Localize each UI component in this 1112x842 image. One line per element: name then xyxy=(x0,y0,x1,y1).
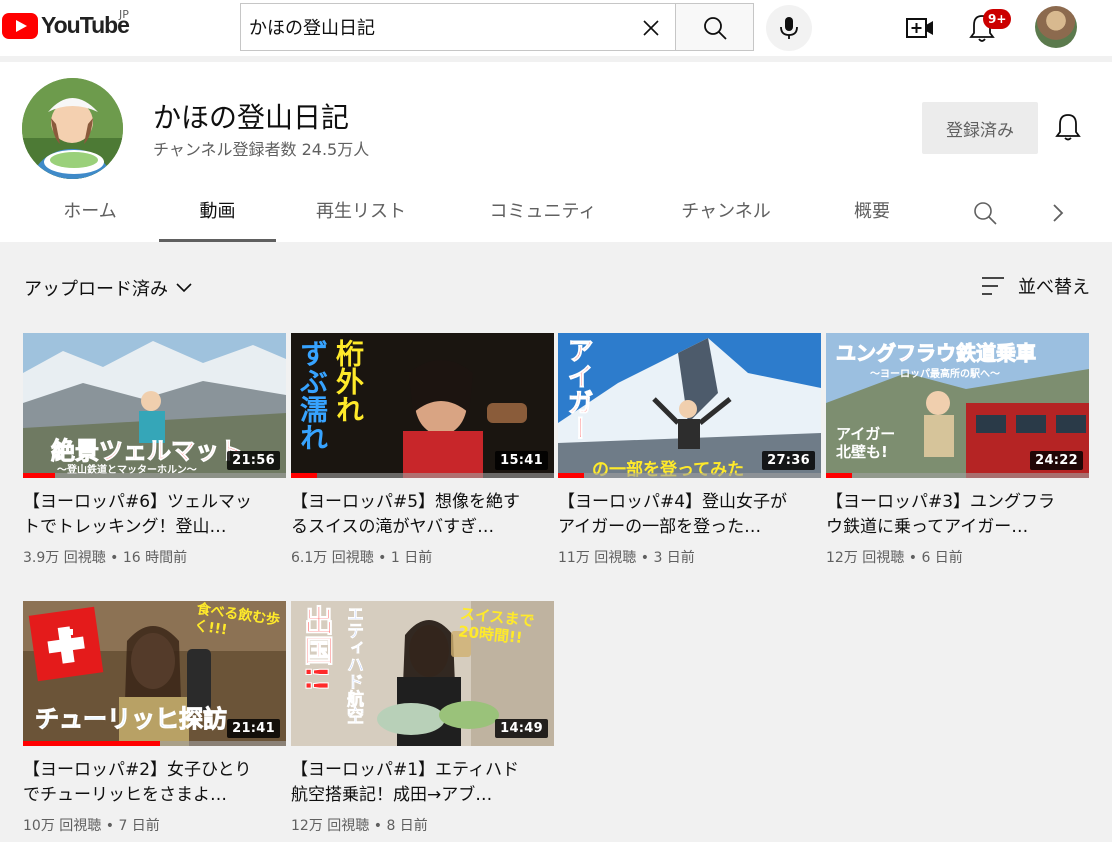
video-title[interactable]: 【ヨーロッパ#2】女子ひとりでチューリッヒをさまよ… xyxy=(23,758,263,808)
video-thumbnail[interactable]: ユングフラウ鉄道乗車 〜ヨーロッパ最高所の駅へ〜 アイガー北壁も! 24:22 xyxy=(826,333,1089,478)
video-title[interactable]: 【ヨーロッパ#1】エティハド航空搭乗記！成田→アブ… xyxy=(291,758,531,808)
video-title[interactable]: 【ヨーロッパ#3】ユングフラウ鉄道に乗ってアイガー… xyxy=(826,490,1066,540)
search-icon[interactable] xyxy=(972,200,998,226)
region-label: JP xyxy=(119,8,129,21)
close-icon[interactable] xyxy=(639,16,663,40)
video-card[interactable]: 絶景ツェルマット 〜登山鉄道とマッターホルン〜 21:56 【ヨーロッパ#6】ツ… xyxy=(23,333,286,567)
video-card[interactable]: 桁外れ ずぶ濡れ 15:41 【ヨーロッパ#5】想像を絶するスイスの滝がヤバすぎ… xyxy=(291,333,554,567)
video-thumbnail[interactable]: アイガー の一部を登ってみた 27:36 xyxy=(558,333,821,478)
tab-channels[interactable]: チャンネル xyxy=(664,190,788,242)
thumbnail-title-text: 桁外れ xyxy=(332,339,365,423)
view-count: 12万 回視聴 xyxy=(291,818,370,834)
upload-age: 8 日前 xyxy=(386,818,428,834)
youtube-play-icon xyxy=(2,12,38,39)
search-input[interactable] xyxy=(249,14,629,40)
watch-progress-bar xyxy=(826,473,853,478)
create-video-icon[interactable] xyxy=(905,14,935,42)
video-metadata: 3.9万 回視聴 • 16 時間前 xyxy=(23,550,188,566)
view-count: 10万 回視聴 xyxy=(23,818,102,834)
view-count: 11万 回視聴 xyxy=(558,550,637,566)
watch-progress-track xyxy=(23,473,286,478)
tab-playlists[interactable]: 再生リスト xyxy=(300,190,422,242)
notification-badge: 9+ xyxy=(983,9,1012,29)
video-metadata: 10万 回視聴 • 7 日前 xyxy=(23,818,160,834)
subscriber-count: チャンネル登録者数 24.5万人 xyxy=(153,140,370,159)
video-thumbnail[interactable]: 絶景ツェルマット 〜登山鉄道とマッターホルン〜 21:56 xyxy=(23,333,286,478)
video-duration: 27:36 xyxy=(762,451,815,470)
search-button[interactable] xyxy=(675,3,754,51)
microphone-icon xyxy=(780,17,798,39)
chevron-down-icon xyxy=(176,283,192,293)
upload-age: 6 日前 xyxy=(921,550,963,566)
tab-videos[interactable]: 動画 xyxy=(159,190,276,242)
chevron-right-icon[interactable] xyxy=(1048,202,1068,224)
channel-avatar xyxy=(22,78,123,179)
thumbnail-subtitle-text: 〜ヨーロッパ最高所の駅へ〜 xyxy=(870,369,1000,380)
channel-header: かほの登山日記 チャンネル登録者数 24.5万人 登録済み ホーム 動画 再生リ… xyxy=(0,62,1112,242)
view-count: 6.1万 回視聴 xyxy=(291,550,374,566)
video-duration: 24:22 xyxy=(1030,451,1083,470)
video-thumbnail[interactable]: 桁外れ ずぶ濡れ 15:41 xyxy=(291,333,554,478)
watch-progress-track xyxy=(558,473,821,478)
channel-bell-icon[interactable] xyxy=(1054,112,1082,142)
thumbnail-title-text: チューリッヒ探訪 xyxy=(35,705,228,734)
upload-age: 7 日前 xyxy=(118,818,160,834)
video-card[interactable]: 出国!! エティハド航空 スイスまで20時間!! 14:49 【ヨーロッパ#1】… xyxy=(291,601,554,835)
top-bar: YouTube JP 9+ xyxy=(0,0,1112,56)
watch-progress-track xyxy=(826,473,1089,478)
watch-progress-bar xyxy=(558,473,585,478)
tab-home[interactable]: ホーム xyxy=(40,190,140,242)
watch-progress-bar xyxy=(23,741,160,746)
youtube-logo[interactable]: YouTube xyxy=(2,12,130,39)
sort-icon xyxy=(982,277,1004,295)
video-title[interactable]: 【ヨーロッパ#6】ツェルマットでトレッキング！登山… xyxy=(23,490,263,540)
watch-progress-bar xyxy=(23,473,55,478)
video-duration: 14:49 xyxy=(495,719,548,738)
sort-label: 並べ替え xyxy=(1018,277,1090,298)
logo-text: YouTube xyxy=(41,12,130,38)
video-duration: 21:56 xyxy=(227,451,280,470)
upload-age: 16 時間前 xyxy=(122,550,188,566)
video-thumbnail[interactable]: 食べる飲む歩く!!! チューリッヒ探訪 21:41 xyxy=(23,601,286,746)
thumbnail-title-text: 出国!! xyxy=(298,604,334,693)
video-metadata: 12万 回視聴 • 6 日前 xyxy=(826,550,963,566)
channel-tabs: ホーム 動画 再生リスト コミュニティ チャンネル 概要 xyxy=(0,190,1112,242)
voice-search-button[interactable] xyxy=(766,5,812,51)
video-card[interactable]: ユングフラウ鉄道乗車 〜ヨーロッパ最高所の駅へ〜 アイガー北壁も! 24:22 … xyxy=(826,333,1089,567)
uploads-filter-label: アップロード済み xyxy=(24,279,168,300)
thumbnail-title-text: アイガー xyxy=(563,337,594,442)
video-title[interactable]: 【ヨーロッパ#5】想像を絶するスイスの滝がヤバすぎ… xyxy=(291,490,531,540)
thumbnail-subtitle-text: ずぶ濡れ xyxy=(296,339,329,451)
upload-age: 3 日前 xyxy=(653,550,695,566)
search-input-wrapper xyxy=(240,3,675,51)
video-card[interactable]: 食べる飲む歩く!!! チューリッヒ探訪 21:41 【ヨーロッパ#2】女子ひとり… xyxy=(23,601,286,835)
video-thumbnail[interactable]: 出国!! エティハド航空 スイスまで20時間!! 14:49 xyxy=(291,601,554,746)
watch-progress-bar xyxy=(291,473,318,478)
watch-progress-track xyxy=(291,473,554,478)
video-card[interactable]: アイガー の一部を登ってみた 27:36 【ヨーロッパ#4】登山女子がアイガーの… xyxy=(558,333,821,567)
video-metadata: 11万 回視聴 • 3 日前 xyxy=(558,550,695,566)
video-title[interactable]: 【ヨーロッパ#4】登山女子がアイガーの一部を登った… xyxy=(558,490,798,540)
subscribed-button[interactable]: 登録済み xyxy=(922,102,1038,154)
search-icon xyxy=(704,17,727,40)
uploads-filter-dropdown[interactable]: アップロード済み xyxy=(24,275,192,301)
account-avatar[interactable] xyxy=(1035,6,1077,48)
thumbnail-caption-text: アイガー北壁も! xyxy=(836,425,896,461)
thumbnail-subtitle-text: エティハド航空 xyxy=(343,605,364,725)
view-count: 12万 回視聴 xyxy=(826,550,905,566)
video-duration: 15:41 xyxy=(495,451,548,470)
tab-about[interactable]: 概要 xyxy=(832,190,912,242)
thumbnail-title-text: ユングフラウ鉄道乗車 xyxy=(836,341,1037,366)
upload-age: 1 日前 xyxy=(390,550,433,566)
search-bar xyxy=(240,3,754,51)
channel-name: かほの登山日記 xyxy=(153,101,350,134)
video-duration: 21:41 xyxy=(227,719,280,738)
sort-button[interactable]: 並べ替え xyxy=(980,273,1090,299)
video-metadata: 12万 回視聴 • 8 日前 xyxy=(291,818,428,834)
view-count: 3.9万 回視聴 xyxy=(23,550,106,566)
video-metadata: 6.1万 回視聴 • 1 日前 xyxy=(291,550,433,566)
tab-community[interactable]: コミュニティ xyxy=(470,190,616,242)
